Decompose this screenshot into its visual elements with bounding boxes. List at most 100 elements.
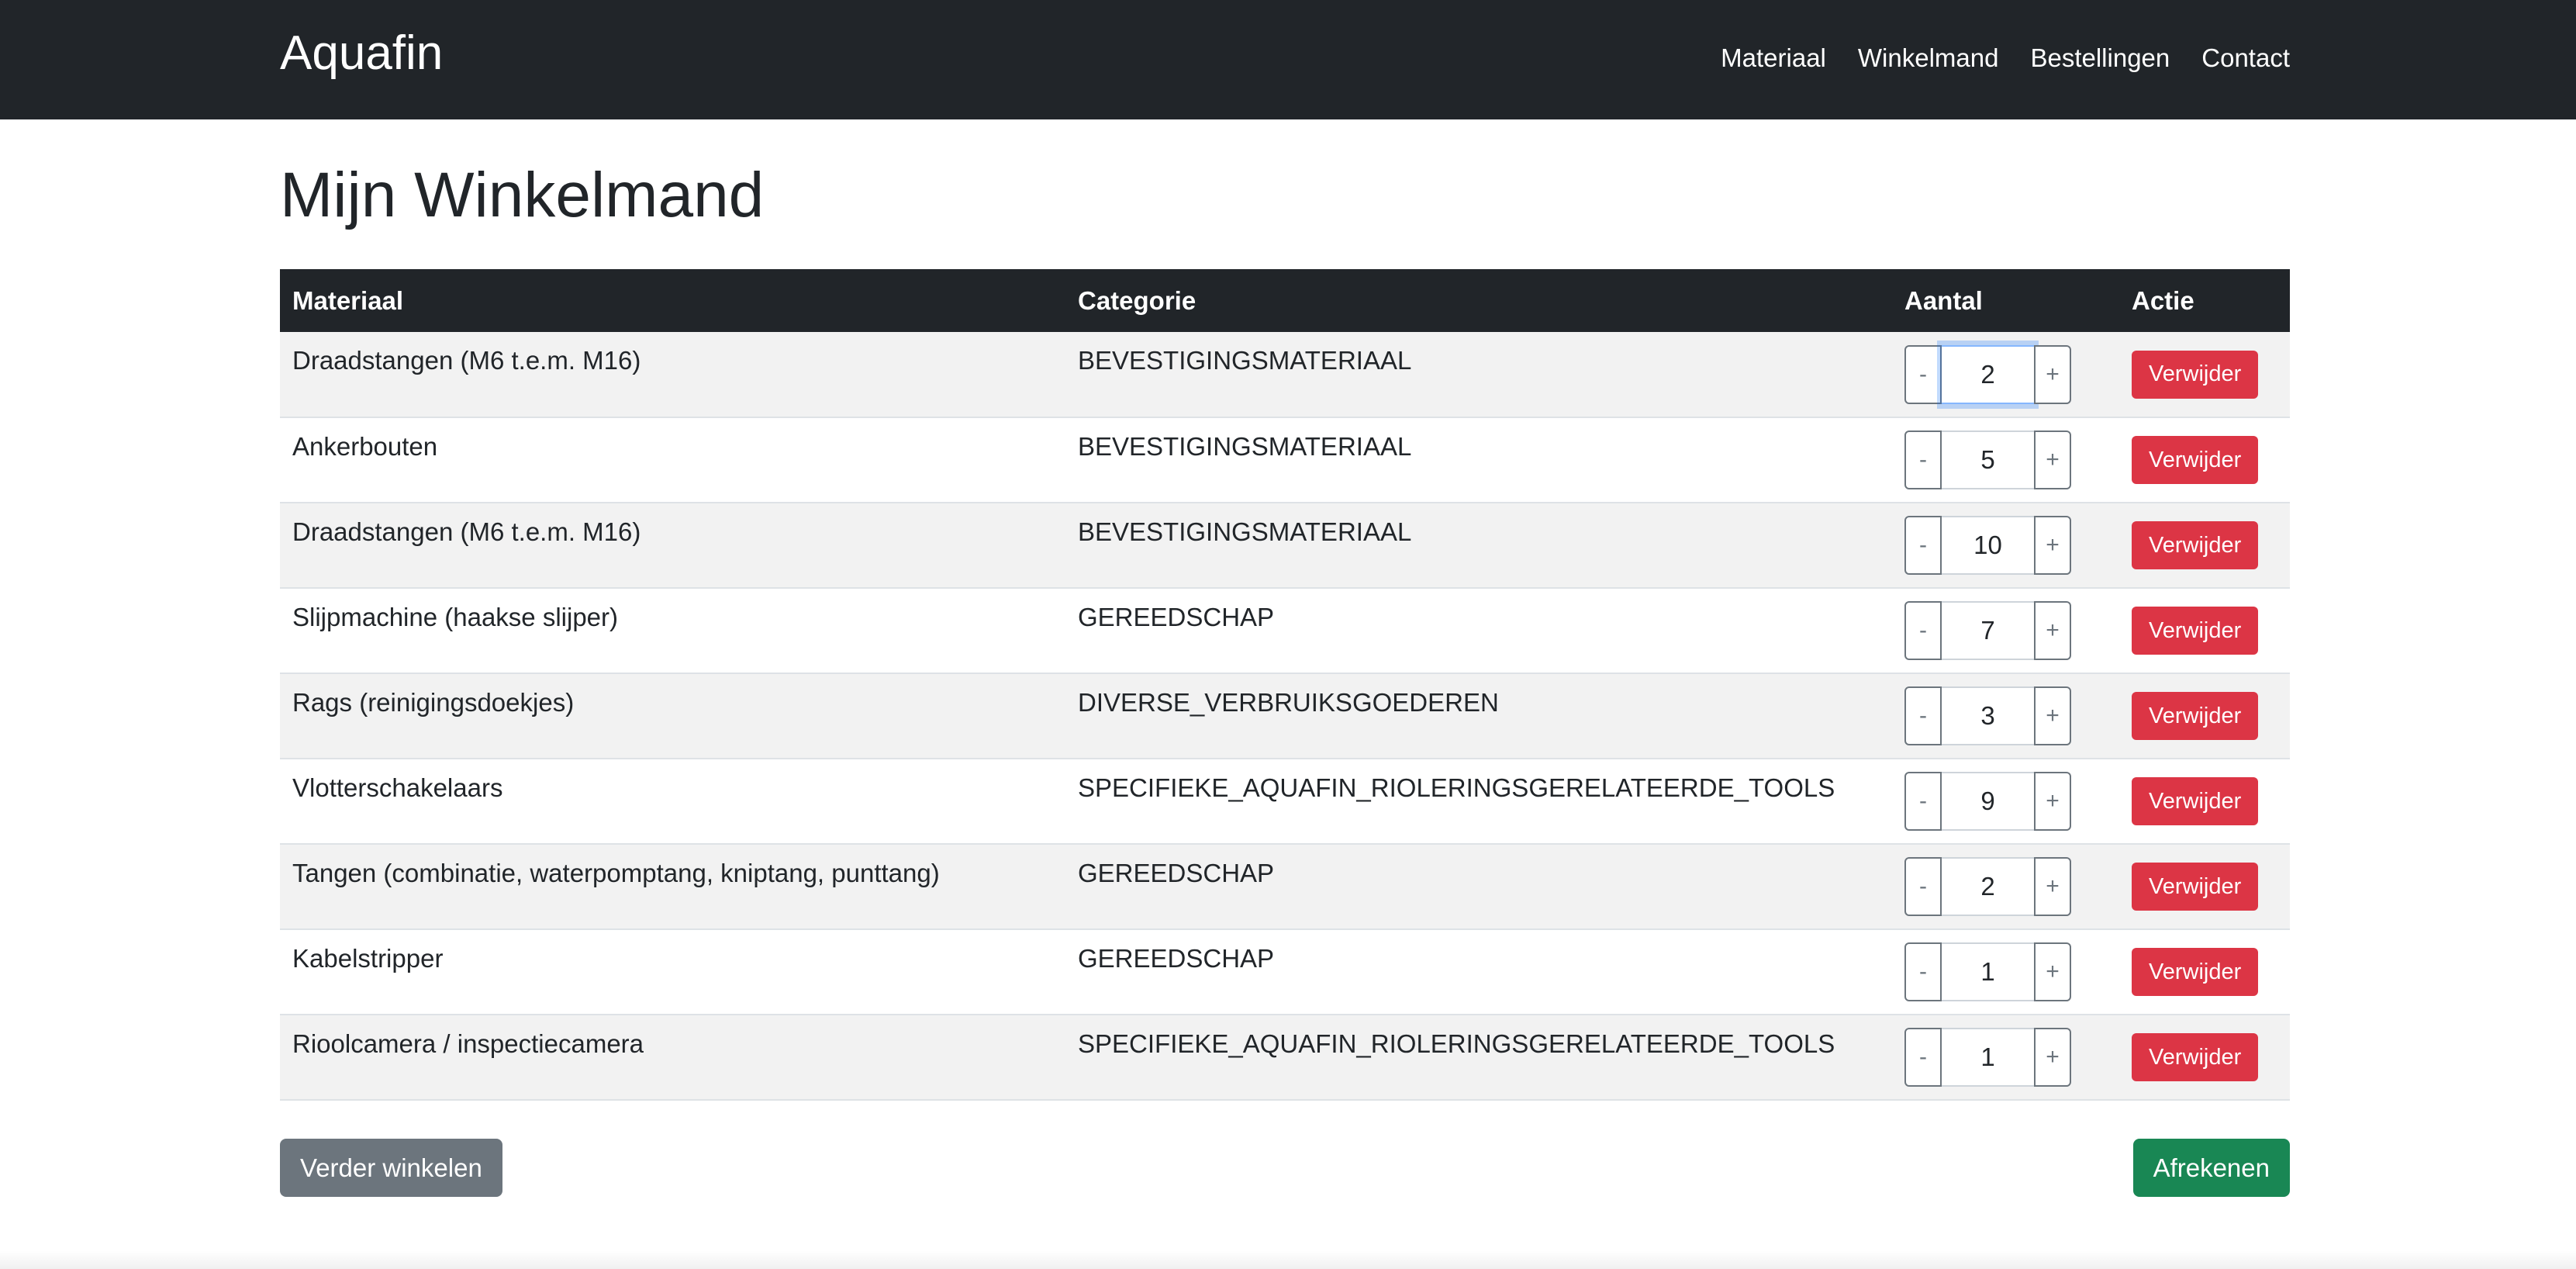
cell-aantal: -+ <box>1892 1015 2119 1101</box>
page-bottom-shadow <box>0 1250 2576 1269</box>
increase-quantity-button[interactable]: + <box>2034 772 2071 831</box>
cell-categorie: DIVERSE_VERBRUIKSGOEDEREN <box>1065 673 1892 759</box>
increase-quantity-button[interactable]: + <box>2034 942 2071 1001</box>
remove-item-button[interactable]: Verwijder <box>2132 521 2259 569</box>
increase-quantity-button[interactable]: + <box>2034 430 2071 489</box>
cell-materiaal: Rioolcamera / inspectiecamera <box>280 1015 1065 1101</box>
nav-link-bestellingen[interactable]: Bestellingen <box>2030 40 2170 76</box>
decrease-quantity-button[interactable]: - <box>1904 942 1942 1001</box>
decrease-quantity-button[interactable]: - <box>1904 686 1942 745</box>
decrease-quantity-button[interactable]: - <box>1904 516 1942 575</box>
cell-aantal: -+ <box>1892 417 2119 503</box>
table-row: KabelstripperGEREEDSCHAP-+Verwijder <box>280 929 2290 1015</box>
quantity-stepper: -+ <box>1904 942 2074 1001</box>
cell-aantal: -+ <box>1892 503 2119 589</box>
remove-item-button[interactable]: Verwijder <box>2132 436 2259 484</box>
quantity-input[interactable] <box>1942 857 2034 916</box>
remove-item-button[interactable]: Verwijder <box>2132 1033 2259 1081</box>
decrease-quantity-button[interactable]: - <box>1904 1028 1942 1087</box>
quantity-stepper: -+ <box>1904 686 2074 745</box>
remove-item-button[interactable]: Verwijder <box>2132 692 2259 740</box>
cell-aantal: -+ <box>1892 332 2119 418</box>
quantity-input[interactable] <box>1942 772 2034 831</box>
cell-categorie: GEREEDSCHAP <box>1065 588 1892 674</box>
cell-materiaal: Kabelstripper <box>280 929 1065 1015</box>
cell-materiaal: Tangen (combinatie, waterpomptang, knipt… <box>280 844 1065 930</box>
header-categorie: Categorie <box>1065 269 1892 332</box>
quantity-input[interactable] <box>1942 1028 2034 1087</box>
cell-actie: Verwijder <box>2119 673 2290 759</box>
quantity-stepper: -+ <box>1904 857 2074 916</box>
decrease-quantity-button[interactable]: - <box>1904 344 1942 404</box>
cell-materiaal: Slijpmachine (haakse slijper) <box>280 588 1065 674</box>
quantity-input[interactable] <box>1942 942 2034 1001</box>
quantity-input[interactable] <box>1942 516 2034 575</box>
remove-item-button[interactable]: Verwijder <box>2132 607 2259 655</box>
header-materiaal: Materiaal <box>280 269 1065 332</box>
cell-actie: Verwijder <box>2119 503 2290 589</box>
cell-aantal: -+ <box>1892 844 2119 930</box>
quantity-stepper: -+ <box>1904 772 2074 831</box>
cell-categorie: BEVESTIGINGSMATERIAAL <box>1065 332 1892 418</box>
cell-actie: Verwijder <box>2119 1015 2290 1101</box>
table-row: Draadstangen (M6 t.e.m. M16) BEVESTIGINGS… <box>280 332 2290 418</box>
remove-item-button[interactable]: Verwijder <box>2132 777 2259 825</box>
quantity-input[interactable] <box>1937 340 2039 409</box>
remove-item-button[interactable]: Verwijder <box>2132 350 2259 399</box>
cell-aantal: -+ <box>1892 929 2119 1015</box>
header-aantal: Aantal <box>1892 269 2119 332</box>
decrease-quantity-button[interactable]: - <box>1904 601 1942 660</box>
quantity-stepper: -+ <box>1904 516 2074 575</box>
cell-categorie: GEREEDSCHAP <box>1065 844 1892 930</box>
cell-materiaal: Draadstangen (M6 t.e.m. M16) <box>280 332 1065 418</box>
decrease-quantity-button[interactable]: - <box>1904 772 1942 831</box>
table-row: Rioolcamera / inspectiecamera SPECIFIEKE_… <box>280 1015 2290 1101</box>
increase-quantity-button[interactable]: + <box>2034 601 2071 660</box>
nav-link-materiaal[interactable]: Materiaal <box>1721 40 1826 76</box>
quantity-input[interactable] <box>1942 430 2034 489</box>
cell-aantal: -+ <box>1892 673 2119 759</box>
nav-link-contact[interactable]: Contact <box>2201 40 2290 76</box>
cell-actie: Verwijder <box>2119 332 2290 418</box>
cell-categorie: SPECIFIEKE_AQUAFIN_RIOLERINGSGERELATEERD… <box>1065 759 1892 845</box>
increase-quantity-button[interactable]: + <box>2034 344 2071 404</box>
continue-shopping-button[interactable]: Verder winkelen <box>280 1139 502 1197</box>
quantity-input[interactable] <box>1942 686 2034 745</box>
cell-materiaal: Rags (reinigingsdoekjes) <box>280 673 1065 759</box>
cart-body: Draadstangen (M6 t.e.m. M16) BEVESTIGINGS… <box>280 332 2290 1101</box>
cell-categorie: BEVESTIGINGSMATERIAAL <box>1065 417 1892 503</box>
table-header-row: Materiaal Categorie Aantal Actie <box>280 269 2290 332</box>
cell-categorie: BEVESTIGINGSMATERIAAL <box>1065 503 1892 589</box>
quantity-input[interactable] <box>1942 601 2034 660</box>
cart-table: Materiaal Categorie Aantal Actie Draadst… <box>280 269 2290 1101</box>
quantity-stepper: -+ <box>1904 1028 2074 1087</box>
cell-actie: Verwijder <box>2119 844 2290 930</box>
remove-item-button[interactable]: Verwijder <box>2132 863 2259 911</box>
cell-categorie: SPECIFIEKE_AQUAFIN_RIOLERINGSGERELATEERD… <box>1065 1015 1892 1101</box>
decrease-quantity-button[interactable]: - <box>1904 857 1942 916</box>
brand-logo-link[interactable]: Aquafin <box>280 23 443 84</box>
cell-materiaal: Ankerbouten <box>280 417 1065 503</box>
quantity-stepper: -+ <box>1904 430 2074 489</box>
cell-actie: Verwijder <box>2119 588 2290 674</box>
increase-quantity-button[interactable]: + <box>2034 857 2071 916</box>
cell-actie: Verwijder <box>2119 759 2290 845</box>
table-row: Slijpmachine (haakse slijper) GEREEDSCHAP… <box>280 588 2290 674</box>
table-row: Vlotterschakelaars SPECIFIEKE_AQUAFIN_RIO… <box>280 759 2290 845</box>
checkout-button[interactable]: Afrekenen <box>2132 1139 2290 1197</box>
nav-link-winkelmand[interactable]: Winkelmand <box>1858 40 1999 76</box>
increase-quantity-button[interactable]: + <box>2034 686 2071 745</box>
table-row: Tangen (combinatie, waterpomptang, knipt… <box>280 844 2290 930</box>
remove-item-button[interactable]: Verwijder <box>2132 948 2259 996</box>
cell-materiaal: Draadstangen (M6 t.e.m. M16) <box>280 503 1065 589</box>
decrease-quantity-button[interactable]: - <box>1904 430 1942 489</box>
header-actie: Actie <box>2119 269 2290 332</box>
increase-quantity-button[interactable]: + <box>2034 1028 2071 1087</box>
table-row: AnkerboutenBEVESTIGINGSMATERIAAL-+Verwij… <box>280 417 2290 503</box>
page-title: Mijn Winkelmand <box>280 160 765 230</box>
quantity-stepper: -+ <box>1904 340 2074 409</box>
increase-quantity-button[interactable]: + <box>2034 516 2071 575</box>
cell-aantal: -+ <box>1892 588 2119 674</box>
quantity-stepper: -+ <box>1904 601 2074 660</box>
table-row: Rags (reinigingsdoekjes) DIVERSE_VERBRUIK… <box>280 673 2290 759</box>
